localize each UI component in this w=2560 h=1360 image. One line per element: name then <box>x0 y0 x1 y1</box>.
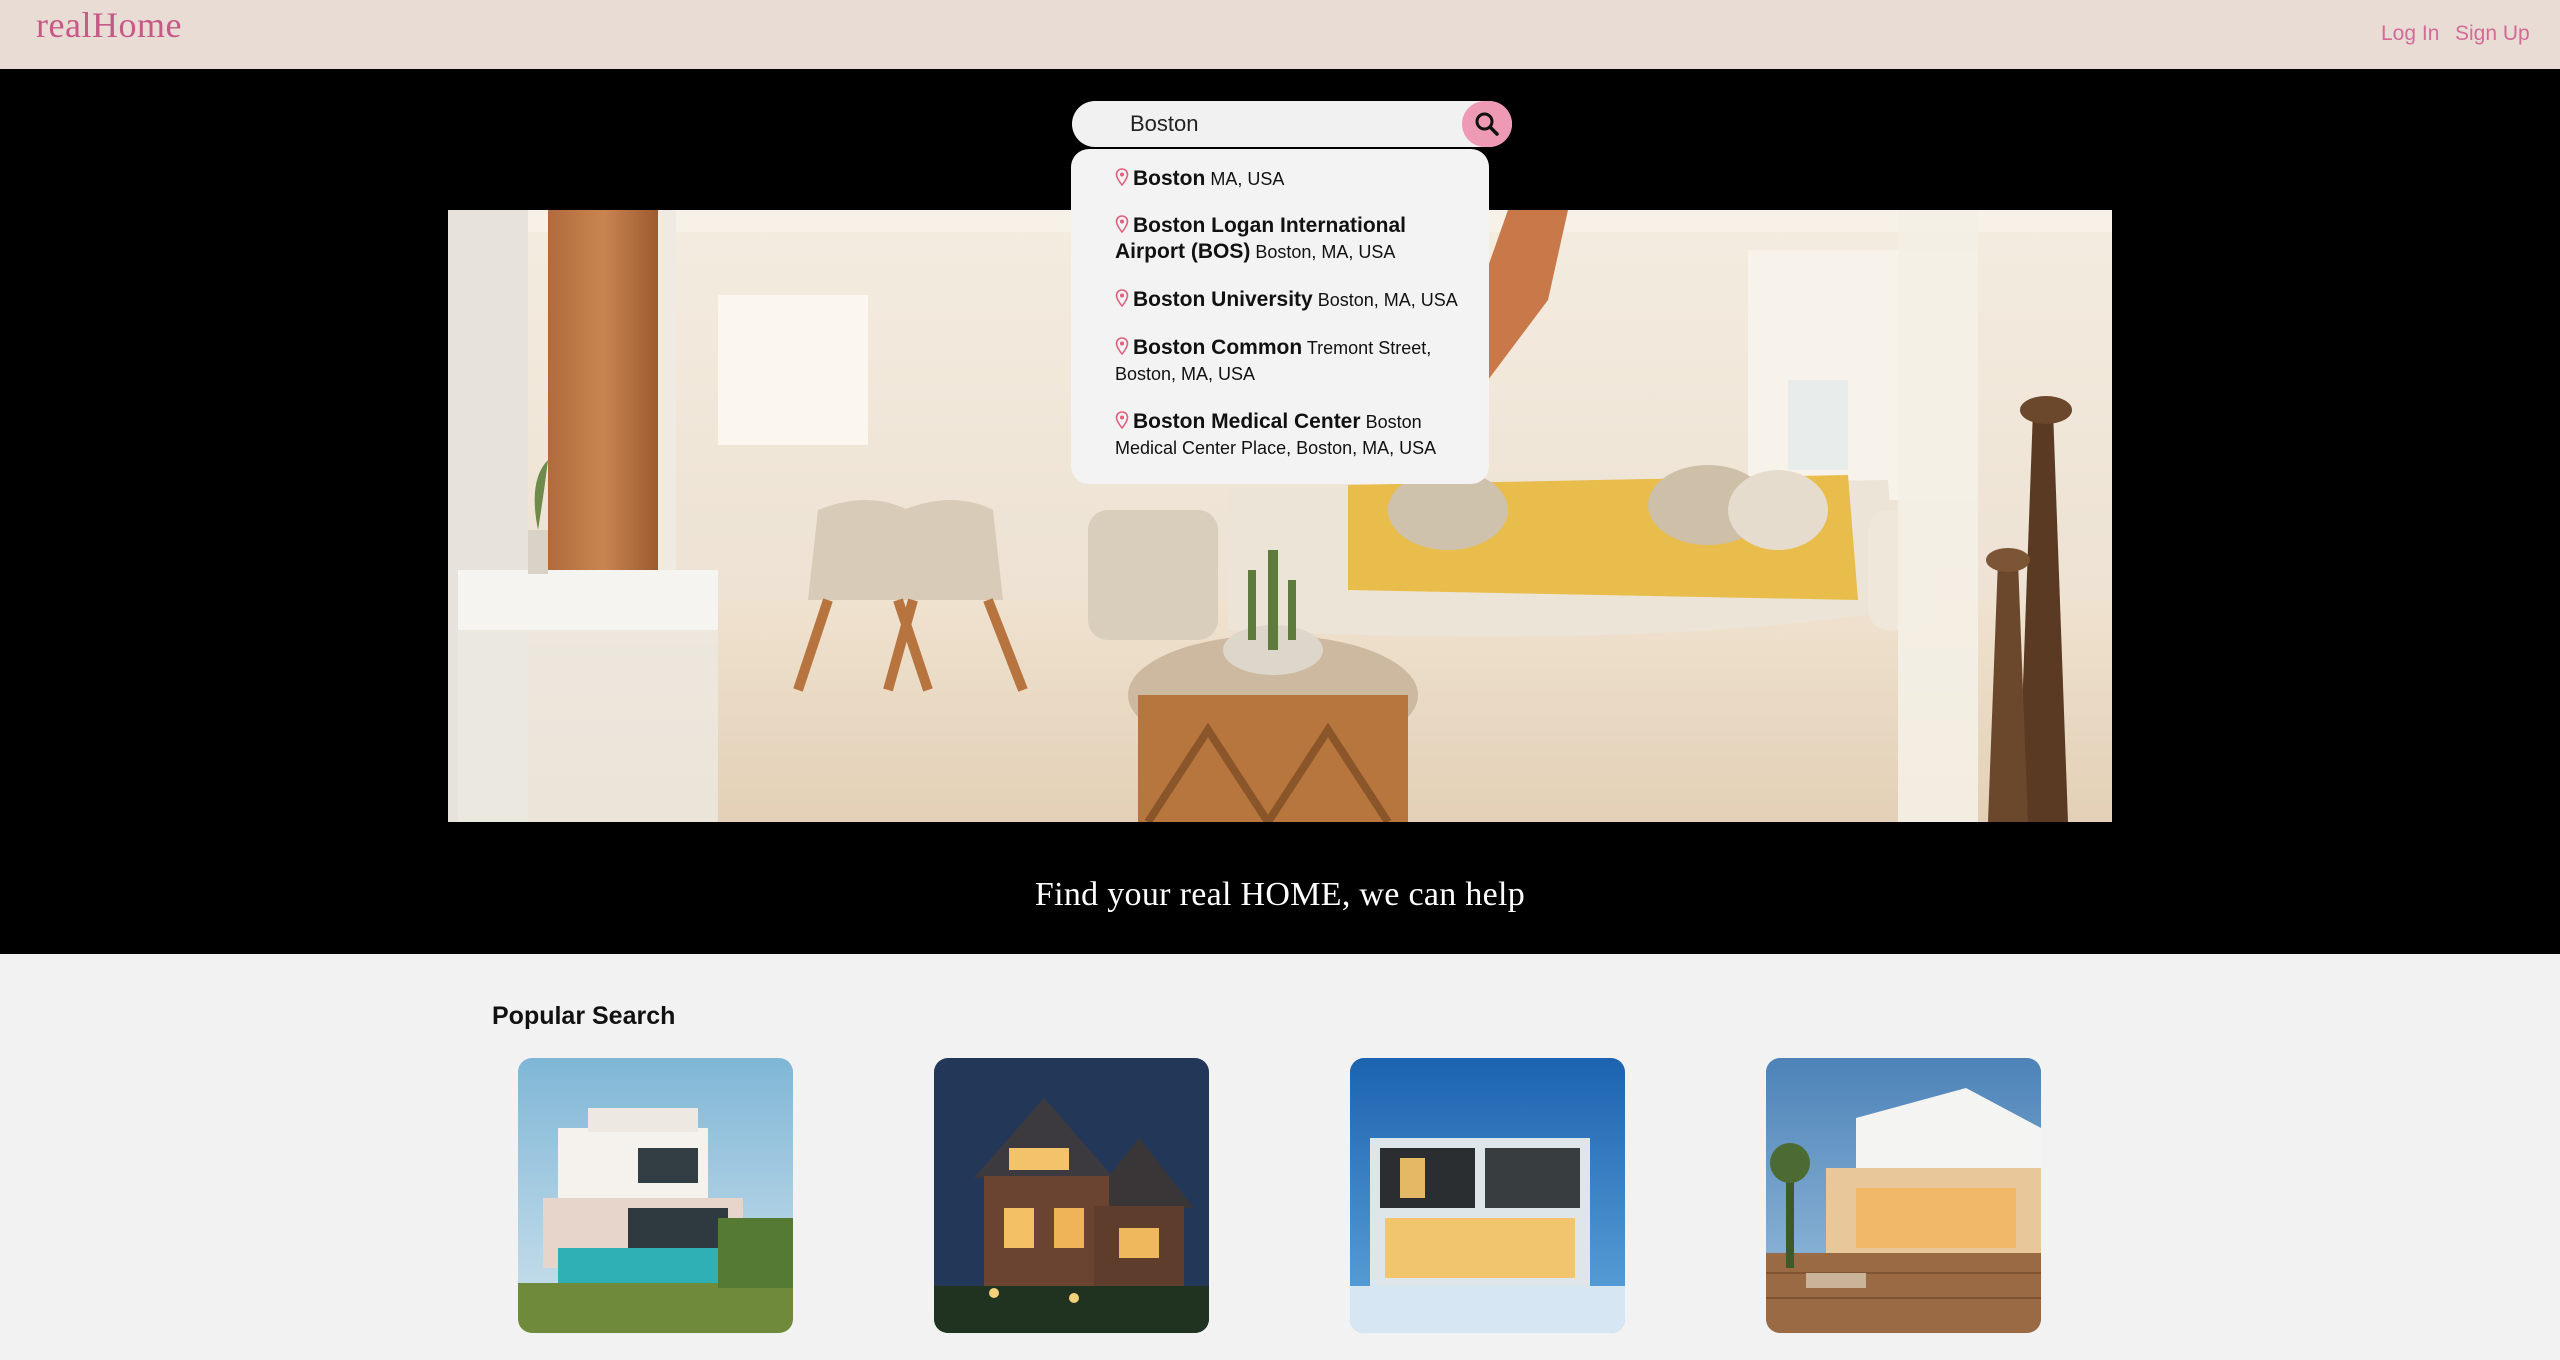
suggestion-name: Boston Common <box>1133 336 1303 359</box>
login-link[interactable]: Log In <box>2381 22 2439 46</box>
suggestion-item[interactable]: Boston MA, USA <box>1115 166 1475 192</box>
suggestion-name: Boston Medical Center <box>1133 410 1361 433</box>
logo[interactable]: realHome <box>36 4 182 46</box>
top-nav-bar: realHome Log In Sign Up <box>0 0 2560 69</box>
search-box <box>1072 101 1512 147</box>
suggestion-detail: Boston, MA, USA <box>1317 290 1458 310</box>
popular-card-glass-house-snow[interactable] <box>1350 1058 1625 1333</box>
search-button[interactable] <box>1462 101 1512 147</box>
signup-link[interactable]: Sign Up <box>2455 22 2530 46</box>
popular-search-heading: Popular Search <box>492 1002 676 1030</box>
search-icon <box>1475 112 1499 136</box>
map-pin-icon <box>1115 411 1129 429</box>
suggestion-name: Boston University <box>1133 288 1313 311</box>
suggestion-item[interactable]: Boston Medical Center Boston Medical Cen… <box>1115 409 1475 461</box>
suggestion-item[interactable]: Boston Logan International Airport (BOS)… <box>1115 213 1475 265</box>
suggestion-name: Boston <box>1133 167 1206 190</box>
popular-card-deck-house-evening[interactable] <box>1766 1058 2041 1333</box>
suggestion-detail: Boston, MA, USA <box>1255 242 1396 262</box>
hero-tagline: Find your real HOME, we can help <box>1034 876 1526 913</box>
search-input[interactable] <box>1130 101 1450 147</box>
map-pin-icon <box>1115 168 1129 186</box>
suggestion-detail: MA, USA <box>1210 169 1285 189</box>
map-pin-icon <box>1115 289 1129 307</box>
suggestion-item[interactable]: Boston University Boston, MA, USA <box>1115 287 1475 313</box>
popular-card-night-timber-house[interactable] <box>934 1058 1209 1333</box>
map-pin-icon <box>1115 215 1129 233</box>
search-suggestions-dropdown: Boston MA, USA Boston Logan Internationa… <box>1071 149 1489 484</box>
popular-card-modern-villa-pool[interactable] <box>518 1058 793 1333</box>
suggestion-item[interactable]: Boston Common Tremont Street, Boston, MA… <box>1115 335 1475 387</box>
map-pin-icon <box>1115 337 1129 355</box>
